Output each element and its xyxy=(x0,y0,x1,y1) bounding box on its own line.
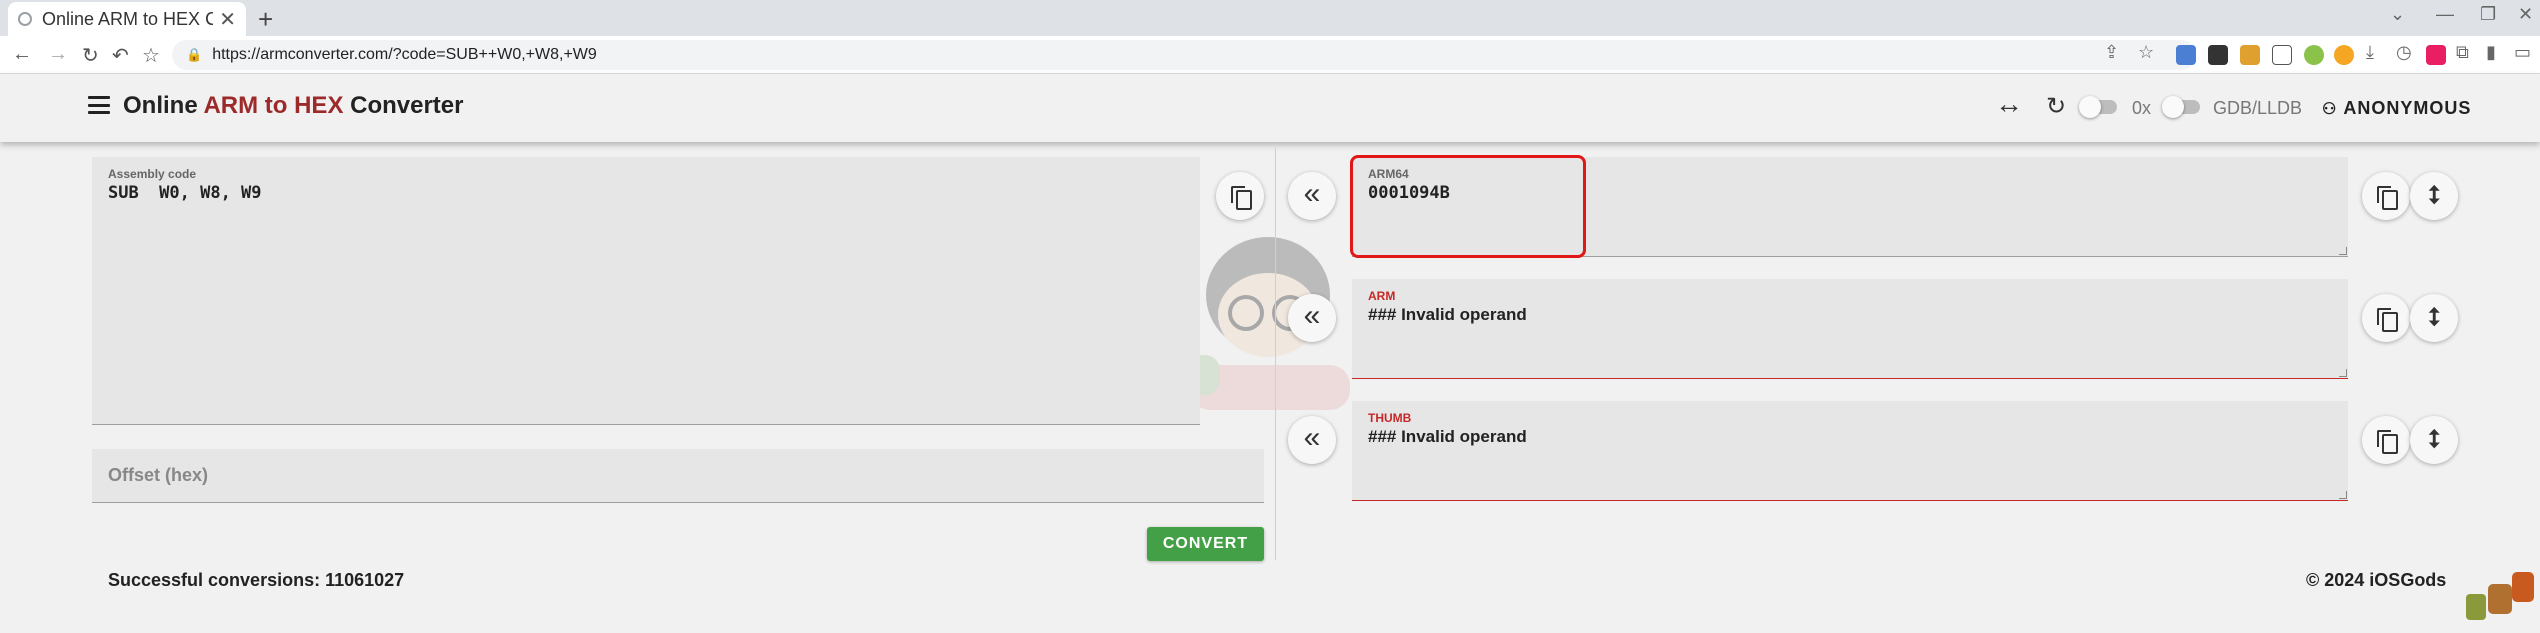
app-header: Online ARM to HEX Converter ↔ ↻ 0x GDB/L… xyxy=(0,74,2540,142)
output-value[interactable]: ### Invalid operand xyxy=(1368,427,1527,447)
copyright: © 2024 iOSGods xyxy=(2306,570,2447,590)
copy-icon xyxy=(1231,186,1252,210)
address-bar[interactable]: 🔒 https://armconverter.com/?code=SUB++W0… xyxy=(172,40,2196,70)
copy-icon xyxy=(2377,308,2398,332)
resize-handle[interactable] xyxy=(2339,369,2347,377)
extension-icon[interactable] xyxy=(2240,45,2260,65)
conversion-count: Successful conversions: 11061027 xyxy=(108,570,405,590)
star-icon[interactable]: ☆ xyxy=(2138,42,2154,63)
chevrons-left-icon: « xyxy=(1303,299,1321,332)
lock-icon: 🔒 xyxy=(186,47,203,62)
expand-output-button[interactable]: ⭥ xyxy=(2410,294,2458,342)
reload-icon[interactable]: ↻ xyxy=(82,43,99,68)
title-suffix: Converter xyxy=(343,92,464,119)
close-window-icon[interactable]: ✕ xyxy=(2518,4,2533,25)
expand-output-button[interactable]: ⭥ xyxy=(2410,416,2458,464)
tab-title: Online ARM to HEX Co xyxy=(42,8,214,29)
output-field-thumb[interactable]: THUMB ### Invalid operand xyxy=(1352,401,2348,501)
decorative-character-icon xyxy=(2466,572,2534,620)
page-title: Online ARM to HEX Converter xyxy=(123,92,464,120)
user-label: ANONYMOUS xyxy=(2343,98,2472,118)
close-tab-icon[interactable]: ✕ xyxy=(219,7,236,32)
extension-icon[interactable] xyxy=(2334,45,2354,65)
expand-output-button[interactable]: ⭥ xyxy=(2410,172,2458,220)
panel-divider xyxy=(1275,148,1276,560)
extension-icon[interactable] xyxy=(2304,45,2324,65)
side-panel-icon[interactable]: ▮ xyxy=(2486,42,2496,63)
expand-vertical-icon: ⭥ xyxy=(2427,426,2441,453)
gdb-lldb-toggle[interactable] xyxy=(2162,96,2200,118)
site-favicon-icon xyxy=(18,12,32,26)
output-value[interactable]: ### Invalid operand xyxy=(1368,305,1527,325)
extension-icon[interactable] xyxy=(2208,45,2228,65)
highlight-box xyxy=(1350,155,1586,258)
assembly-code-field[interactable]: Assembly code SUB W0, W8, W9 xyxy=(92,157,1200,425)
bookmark-star-icon[interactable]: ☆ xyxy=(142,43,160,68)
browser-tab-bar: Online ARM to HEX Co ✕ + ⌄ — ❐ ✕ xyxy=(0,0,2540,36)
forward-icon[interactable]: → xyxy=(48,43,68,66)
assembly-code-label: Assembly code xyxy=(108,167,197,181)
download-icon[interactable]: ⤓ xyxy=(2366,42,2374,63)
extension-icon[interactable] xyxy=(2426,45,2446,65)
extensions-puzzle-icon[interactable]: ⧉ xyxy=(2456,42,2469,63)
output-label: THUMB xyxy=(1368,411,1412,425)
copy-icon xyxy=(2377,430,2398,454)
offset-field[interactable]: Offset (hex) xyxy=(92,449,1264,503)
hamburger-menu-icon[interactable] xyxy=(88,96,110,114)
chevron-down-icon[interactable]: ⌄ xyxy=(2390,4,2405,25)
minimize-icon[interactable]: — xyxy=(2436,4,2454,25)
send-to-assembly-button[interactable]: « xyxy=(1288,172,1336,220)
swap-direction-icon[interactable]: ↔ xyxy=(1995,88,2023,120)
title-accent: ARM to HEX xyxy=(203,92,344,119)
offset-placeholder: Offset (hex) xyxy=(108,465,209,485)
chevrons-left-icon: « xyxy=(1303,421,1321,454)
chevrons-left-icon: « xyxy=(1303,177,1321,210)
hex-prefix-label: 0x xyxy=(2132,98,2152,118)
hex-prefix-toggle[interactable] xyxy=(2079,96,2117,118)
url-text: https://armconverter.com/?code=SUB++W0,+… xyxy=(212,46,597,63)
output-field-arm[interactable]: ARM ### Invalid operand xyxy=(1352,279,2348,379)
extension-icon[interactable] xyxy=(2176,45,2196,65)
refresh-icon[interactable]: ↻ xyxy=(2046,92,2066,121)
new-tab-button[interactable]: + xyxy=(258,4,273,35)
expand-vertical-icon: ⭥ xyxy=(2427,182,2441,209)
user-account[interactable]: ⚇ ANONYMOUS xyxy=(2322,98,2471,119)
copy-assembly-button[interactable] xyxy=(1216,172,1264,220)
resize-handle[interactable] xyxy=(2339,491,2347,499)
browser-tab[interactable]: Online ARM to HEX Co ✕ xyxy=(8,2,246,36)
user-icon: ⚇ xyxy=(2322,100,2338,118)
copy-output-button[interactable] xyxy=(2362,172,2410,220)
send-to-assembly-button[interactable]: « xyxy=(1288,294,1336,342)
convert-button[interactable]: CONVERT xyxy=(1147,527,1264,561)
resize-handle[interactable] xyxy=(2339,247,2347,255)
share-icon[interactable]: ⇪ xyxy=(2104,42,2119,63)
output-label: ARM xyxy=(1368,289,1396,303)
browser-toolbar: ← → ↻ ↶ ☆ 🔒 https://armconverter.com/?co… xyxy=(0,36,2540,74)
history-icon[interactable]: ◷ xyxy=(2396,42,2412,63)
back-icon[interactable]: ← xyxy=(12,43,32,66)
copy-icon xyxy=(2377,186,2398,210)
assembly-code-value[interactable]: SUB W0, W8, W9 xyxy=(108,183,262,203)
profile-icon[interactable]: ▭ xyxy=(2514,42,2531,63)
copy-output-button[interactable] xyxy=(2362,294,2410,342)
gdb-lldb-label: GDB/LLDB xyxy=(2213,98,2303,118)
copy-output-button[interactable] xyxy=(2362,416,2410,464)
extension-icon[interactable] xyxy=(2272,45,2292,65)
expand-vertical-icon: ⭥ xyxy=(2427,304,2441,331)
send-to-assembly-button[interactable]: « xyxy=(1288,416,1336,464)
restore-icon[interactable]: ❐ xyxy=(2480,4,2496,25)
undo-icon[interactable]: ↶ xyxy=(112,43,129,68)
title-prefix: Online xyxy=(123,92,204,119)
